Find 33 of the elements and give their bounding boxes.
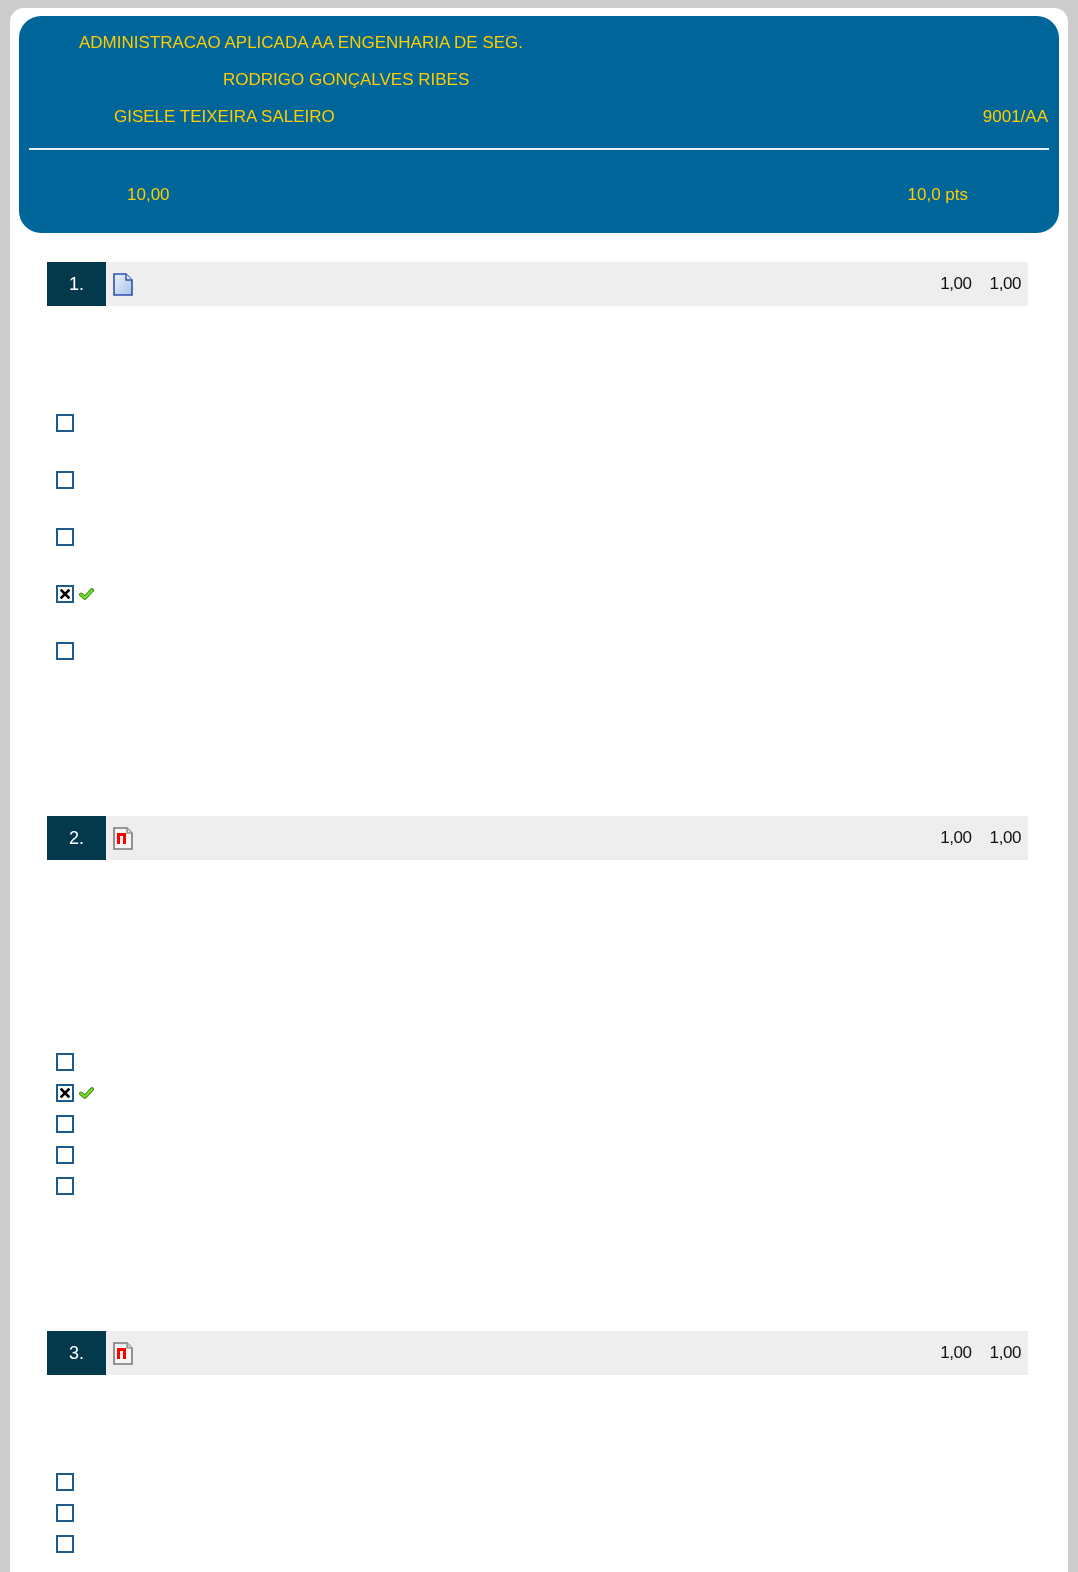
document-letter-icon[interactable]: [113, 826, 133, 850]
checkbox[interactable]: [56, 641, 74, 660]
checkbox[interactable]: [56, 1503, 74, 1522]
document-letter-icon[interactable]: [113, 1341, 133, 1365]
checkbox[interactable]: [56, 470, 74, 489]
score-value: 1,00: [989, 1342, 1021, 1365]
checkbox[interactable]: [56, 413, 74, 432]
checkbox[interactable]: [56, 584, 74, 603]
checkbox[interactable]: [56, 1176, 74, 1195]
score-value: 1,00: [989, 273, 1021, 296]
person-name: GISELE TEIXEIRA SALEIRO: [114, 105, 335, 128]
person-name: RODRIGO GONÇALVES RIBES: [223, 68, 470, 91]
checkbox[interactable]: [56, 1083, 74, 1102]
score-value: 1,00: [989, 827, 1021, 850]
score-value: 1,00: [940, 827, 972, 850]
cross-icon: [60, 588, 70, 599]
checkbox[interactable]: [56, 1534, 74, 1553]
score-value: 1,00: [940, 273, 972, 296]
class-code: 9001/AA: [982, 105, 1048, 128]
question-number: 1.: [47, 262, 106, 306]
checkbox[interactable]: [56, 1114, 74, 1133]
question-number: 3.: [47, 1331, 106, 1375]
course-title: ADMINISTRACAO APLICADA AA ENGENHARIA DE SEG.: [79, 31, 524, 54]
points-value: 10,0 pts: [907, 183, 968, 206]
score-value: 10,00: [127, 183, 170, 206]
checkbox[interactable]: [56, 1472, 74, 1491]
checkbox[interactable]: [56, 527, 74, 546]
checkbox[interactable]: [56, 1052, 74, 1071]
document-icon[interactable]: [113, 272, 133, 296]
question-number: 2.: [47, 816, 106, 860]
checkbox[interactable]: [56, 1145, 74, 1164]
cross-icon: [60, 1087, 70, 1098]
score-value: 1,00: [940, 1342, 972, 1365]
